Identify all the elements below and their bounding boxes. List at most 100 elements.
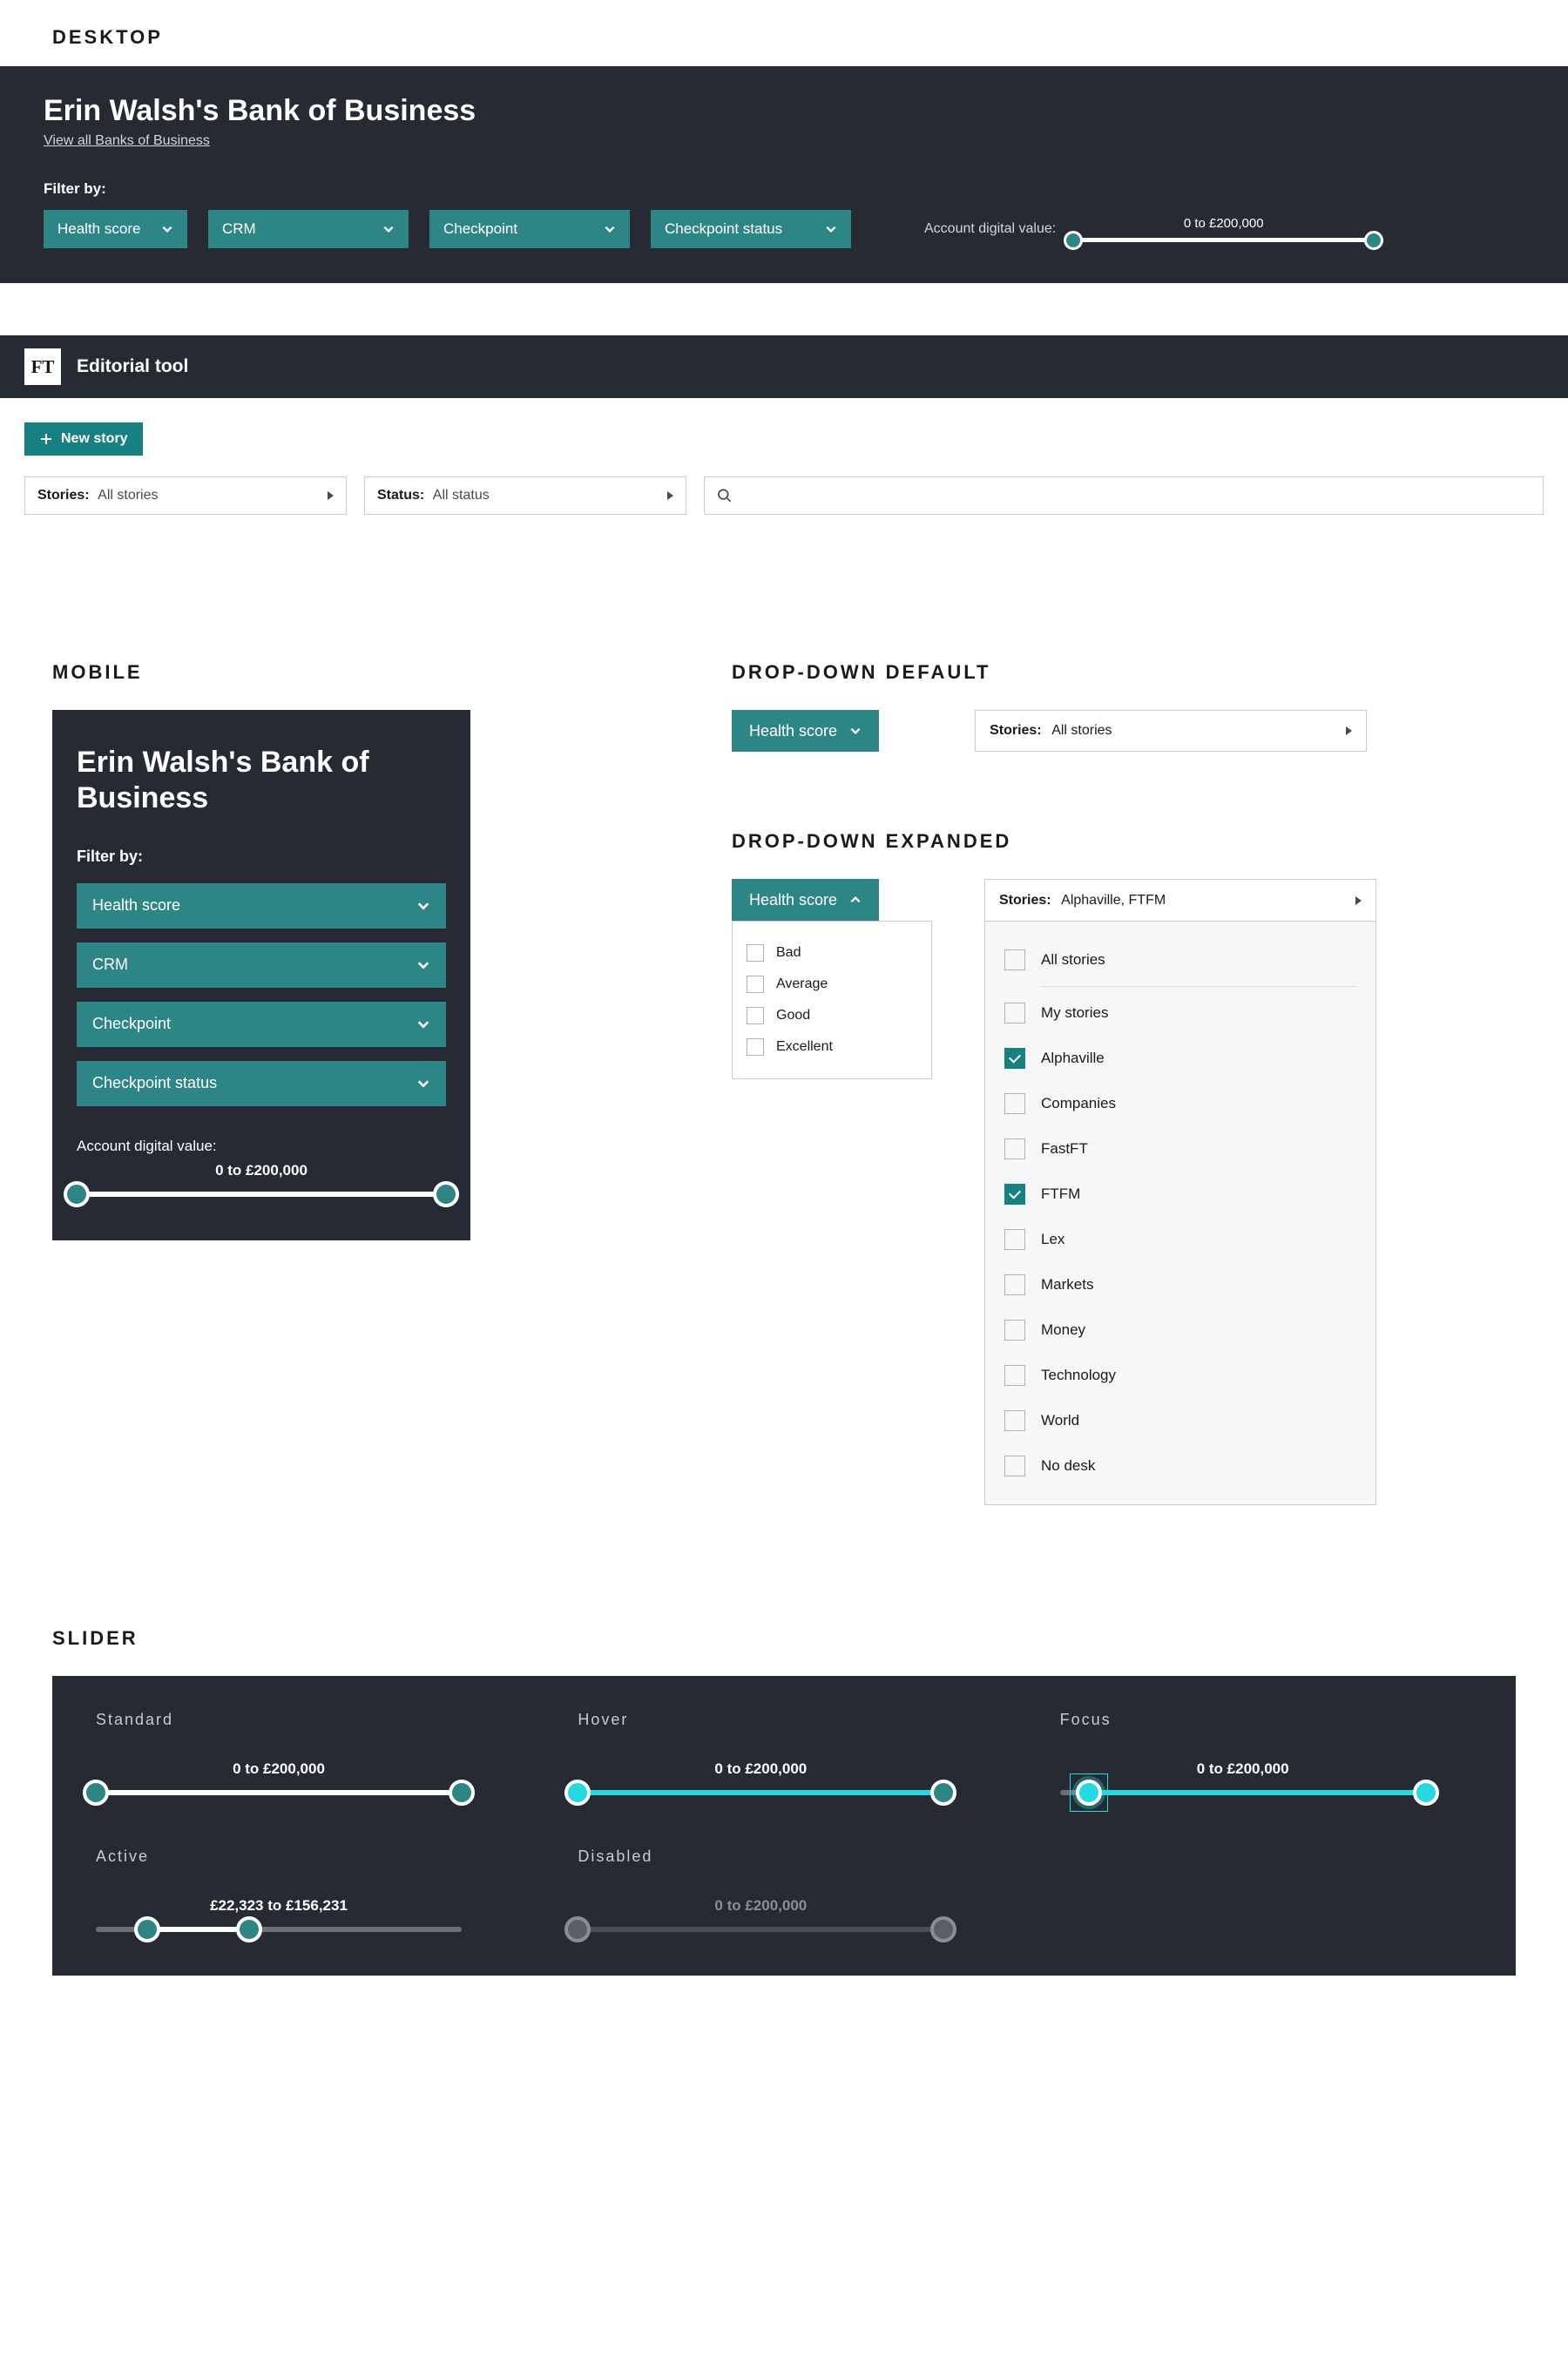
option-label: Technology (1041, 1367, 1116, 1384)
mobile-filter-crm[interactable]: CRM (77, 942, 446, 988)
checkbox[interactable] (1004, 949, 1025, 970)
story-option[interactable]: Markets (1004, 1262, 1356, 1307)
checkbox[interactable] (1004, 1410, 1025, 1431)
stories-options-panel: All stories My storiesAlphavilleCompanies… (984, 921, 1376, 1505)
health-option[interactable]: Excellent (747, 1031, 917, 1063)
slider-handle-max[interactable] (449, 1780, 475, 1806)
chevron-down-icon (161, 223, 173, 235)
slider-panel: Standard 0 to £200,000 Hover 0 to £200,0… (52, 1676, 1516, 1976)
option-label: All stories (1041, 951, 1105, 969)
slider-active[interactable]: £22,323 to £156,231 (96, 1897, 462, 1932)
slider-handle-max[interactable] (236, 1916, 262, 1942)
checkbox[interactable] (1004, 1138, 1025, 1159)
mobile-filter-by-label: Filter by: (77, 848, 446, 866)
health-option[interactable]: Good (747, 1000, 917, 1031)
dd-default-stories[interactable]: Stories: All stories (975, 710, 1367, 752)
editorial-body: New story Stories: All stories Status: A… (0, 398, 1568, 539)
story-option[interactable]: Lex (1004, 1217, 1356, 1262)
filter-row: Health score CRM Checkpoint Checkpoint s… (44, 210, 1524, 248)
dd-default-pill[interactable]: Health score (732, 710, 879, 752)
caret-right-icon (1346, 726, 1352, 735)
option-label: Money (1041, 1321, 1085, 1339)
mobile-filter-checkpoint-status[interactable]: Checkpoint status (77, 1061, 446, 1106)
chevron-down-icon (416, 1017, 430, 1031)
slider-handle-min[interactable] (1076, 1780, 1102, 1806)
slider-state-active: Active £22,323 to £156,231 (96, 1848, 508, 1932)
story-option[interactable]: Technology (1004, 1353, 1356, 1398)
slider-handle-max[interactable] (1413, 1780, 1439, 1806)
search-input[interactable] (740, 488, 1531, 503)
checkbox[interactable] (1004, 1274, 1025, 1295)
option-label: FastFT (1041, 1140, 1088, 1158)
checkbox[interactable] (1004, 1320, 1025, 1341)
story-option[interactable]: FastFT (1004, 1126, 1356, 1172)
checkbox[interactable] (1004, 1365, 1025, 1386)
mobile-filter-checkpoint[interactable]: Checkpoint (77, 1002, 446, 1047)
checkbox[interactable] (747, 944, 764, 962)
stories-label: Stories: (37, 488, 90, 503)
chevron-down-icon (604, 223, 616, 235)
checkbox[interactable] (1004, 1093, 1025, 1114)
checkbox[interactable] (1004, 1048, 1025, 1069)
account-digital-value-group: Account digital value: 0 to £200,000 (924, 216, 1374, 242)
checkbox[interactable] (747, 1038, 764, 1056)
dd-expanded-stories-trigger[interactable]: Stories: Alphaville, FTFM (984, 879, 1376, 921)
adv-label: Account digital value: (924, 221, 1056, 237)
slider-handle-max[interactable] (433, 1181, 459, 1207)
mobile-filter-health-score[interactable]: Health score (77, 883, 446, 929)
health-option[interactable]: Bad (747, 937, 917, 969)
mobile-adv-label: Account digital value: (77, 1138, 446, 1155)
filter-checkpoint[interactable]: Checkpoint (429, 210, 630, 248)
slider-handle-max[interactable] (930, 1780, 956, 1806)
stories-value: Alphaville, FTFM (1061, 893, 1166, 908)
view-all-link[interactable]: View all Banks of Business (44, 133, 210, 149)
checkbox[interactable] (1004, 1229, 1025, 1250)
option-label: Bad (776, 945, 801, 961)
section-label-mobile: MOBILE (52, 661, 470, 684)
checkbox[interactable] (1004, 1003, 1025, 1023)
story-option[interactable]: Alphaville (1004, 1036, 1356, 1081)
story-option[interactable]: World (1004, 1398, 1356, 1443)
slider-handle-max (930, 1916, 956, 1942)
checkbox[interactable] (747, 1007, 764, 1024)
filter-health-score[interactable]: Health score (44, 210, 187, 248)
filter-crm[interactable]: CRM (208, 210, 409, 248)
search-wrap[interactable] (704, 476, 1544, 515)
option-label: FTFM (1041, 1186, 1080, 1203)
slider-handle-min[interactable] (564, 1780, 591, 1806)
stories-dropdown[interactable]: Stories: All stories (24, 476, 347, 515)
slider-handle-max[interactable] (1364, 231, 1383, 250)
story-option[interactable]: All stories (1004, 937, 1356, 983)
checkbox[interactable] (747, 976, 764, 993)
desktop-header: Erin Walsh's Bank of Business View all B… (0, 66, 1568, 283)
story-option[interactable]: Money (1004, 1307, 1356, 1353)
mobile-slider[interactable]: 0 to £200,000 (77, 1162, 446, 1197)
story-option[interactable]: Companies (1004, 1081, 1356, 1126)
new-story-button[interactable]: New story (24, 422, 143, 456)
dd-expanded-pill[interactable]: Health score (732, 879, 879, 921)
slider-state-hover: Hover 0 to £200,000 (578, 1711, 990, 1795)
slider-track (1073, 238, 1374, 242)
checkbox[interactable] (1004, 1456, 1025, 1476)
status-dropdown[interactable]: Status: All status (364, 476, 686, 515)
status-value: All status (433, 488, 490, 503)
slider-focus[interactable]: 0 to £200,000 (1060, 1760, 1426, 1795)
slider-hover[interactable]: 0 to £200,000 (578, 1760, 943, 1795)
slider-standard[interactable]: 0 to £200,000 (96, 1760, 462, 1795)
slider-handle-min[interactable] (64, 1181, 90, 1207)
slider-handle-min[interactable] (83, 1780, 109, 1806)
filter-by-label: Filter by: (44, 180, 1524, 198)
section-label-dd-default: DROP-DOWN DEFAULT (732, 661, 1516, 684)
section-label-slider: SLIDER (52, 1627, 1516, 1650)
health-option[interactable]: Average (747, 969, 917, 1000)
adv-slider[interactable]: 0 to £200,000 (1073, 216, 1374, 242)
story-option[interactable]: My stories (1004, 990, 1356, 1036)
slider-handle-min[interactable] (1064, 231, 1083, 250)
stories-label: Stories: (999, 893, 1051, 908)
option-label: Excellent (776, 1039, 833, 1055)
filter-checkpoint-status[interactable]: Checkpoint status (651, 210, 851, 248)
checkbox[interactable] (1004, 1184, 1025, 1205)
story-option[interactable]: No desk (1004, 1443, 1356, 1489)
slider-handle-min[interactable] (134, 1916, 160, 1942)
story-option[interactable]: FTFM (1004, 1172, 1356, 1217)
